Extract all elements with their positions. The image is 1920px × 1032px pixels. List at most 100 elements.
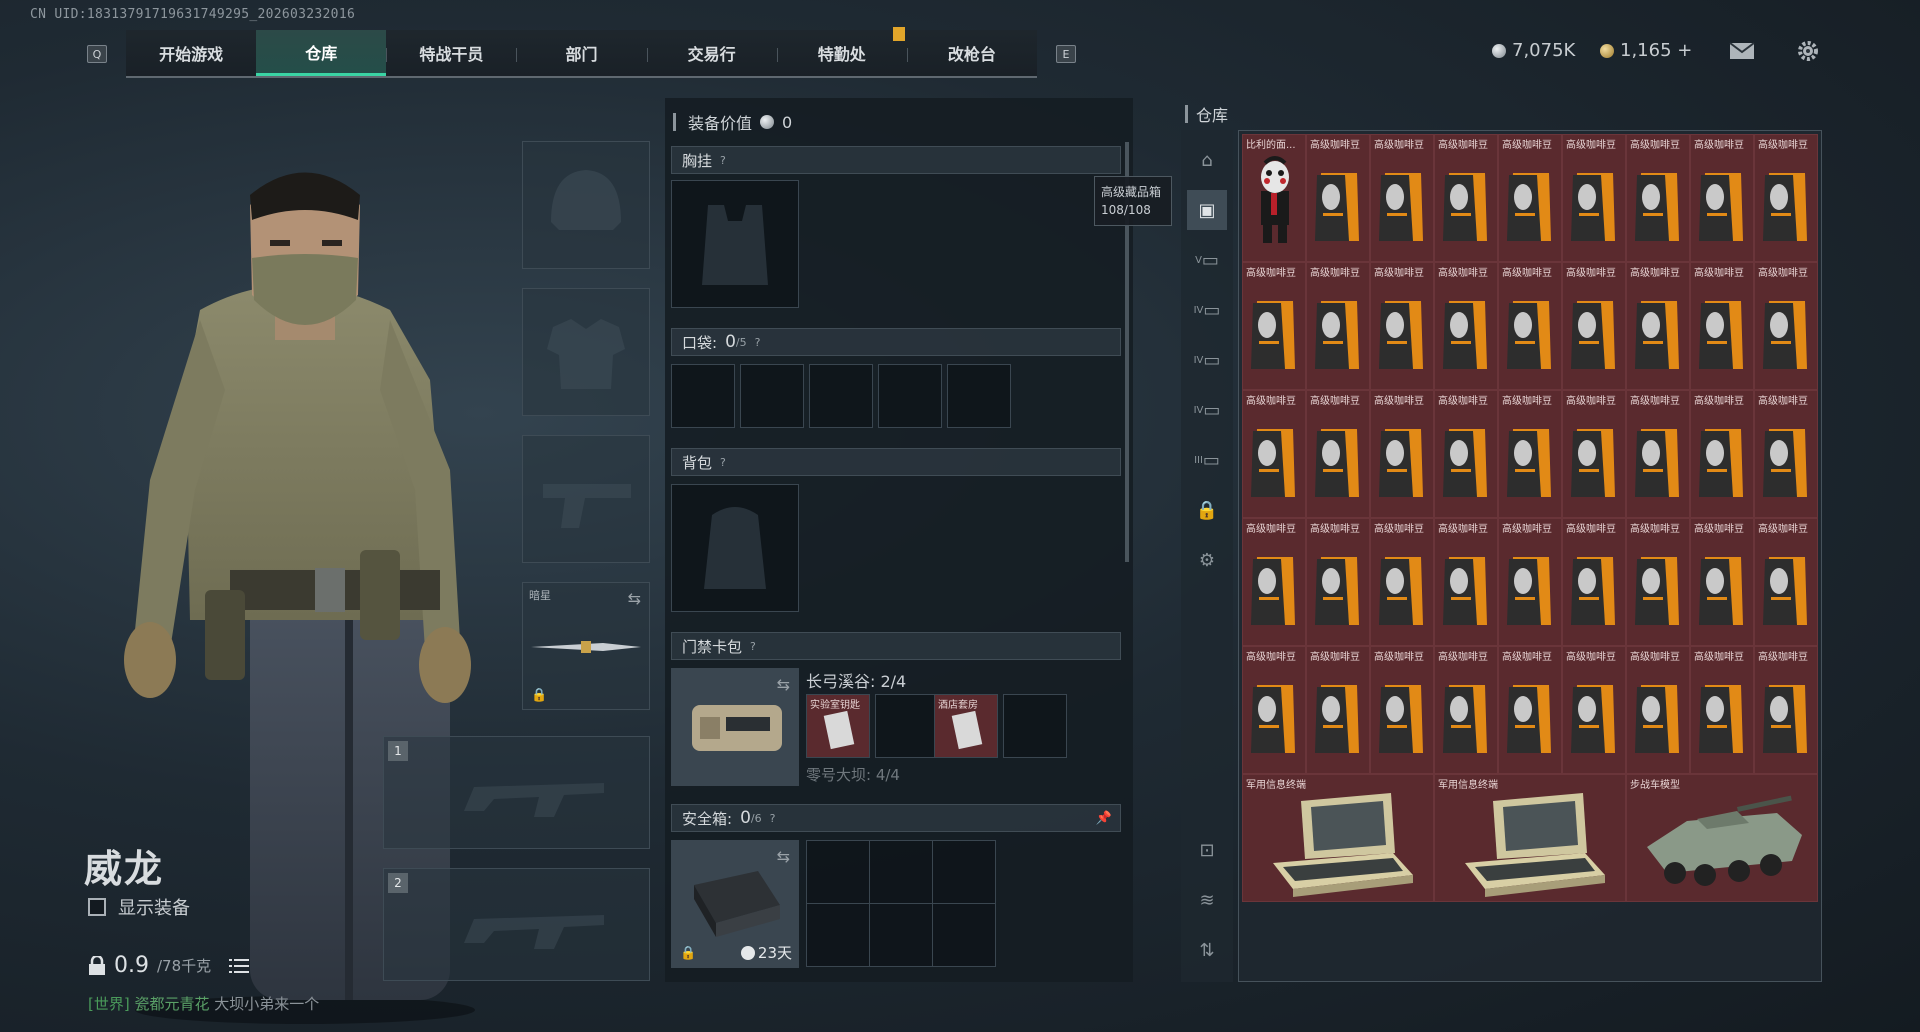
show-equipment-checkbox[interactable] [88, 898, 106, 916]
stash-item-coffee-beans[interactable]: 高级咖啡豆 [1498, 262, 1562, 390]
pocket-cell[interactable] [809, 364, 873, 428]
stash-item-coffee-beans[interactable]: 高级咖啡豆 [1434, 134, 1498, 262]
stash-item-military-terminal[interactable]: 军用信息终端 [1242, 774, 1434, 902]
tab-department[interactable]: 部门 [516, 30, 646, 76]
stash-item-coffee-beans[interactable]: 高级咖啡豆 [1754, 134, 1818, 262]
stash-item-coffee-beans[interactable]: 高级咖啡豆 [1626, 518, 1690, 646]
side-tab-operator-icon[interactable]: ⊡ [1187, 830, 1227, 870]
safe-box-cell[interactable] [932, 903, 996, 967]
help-icon[interactable]: ? [770, 812, 776, 825]
gear-icon[interactable] [1794, 40, 1822, 62]
show-equipment-toggle[interactable]: 显示装备 [88, 894, 190, 920]
side-tab-case-iii[interactable]: III ▭ [1187, 440, 1227, 480]
safe-box-cell[interactable] [869, 903, 933, 967]
stash-item-coffee-beans[interactable]: 高级咖啡豆 [1626, 646, 1690, 774]
stash-item-coffee-beans[interactable]: 高级咖啡豆 [1626, 134, 1690, 262]
stash-item-coffee-beans[interactable]: 高级咖啡豆 [1434, 518, 1498, 646]
stash-item-coffee-beans[interactable]: 高级咖啡豆 [1306, 518, 1370, 646]
tab-operators[interactable]: 特战干员 [386, 30, 516, 76]
stash-item-billy-mask[interactable]: 比利的面... [1242, 134, 1306, 262]
stash-item-coffee-beans[interactable]: 高级咖啡豆 [1242, 518, 1306, 646]
helmet-slot[interactable] [522, 141, 650, 269]
primary-weapon-slot-1[interactable]: 1 [383, 736, 650, 849]
stash-item-coffee-beans[interactable]: 高级咖啡豆 [1754, 390, 1818, 518]
stash-item-coffee-beans[interactable]: 高级咖啡豆 [1242, 262, 1306, 390]
mail-icon[interactable] [1728, 40, 1756, 62]
stash-item-coffee-beans[interactable]: 高级咖啡豆 [1498, 134, 1562, 262]
safe-box-cell[interactable] [806, 903, 870, 967]
keycard-case-slot[interactable]: ⇆ [671, 668, 799, 786]
stash-item-coffee-beans[interactable]: 高级咖啡豆 [1626, 262, 1690, 390]
stash-item-coffee-beans[interactable]: 高级咖啡豆 [1242, 646, 1306, 774]
side-tab-case-iv-2[interactable]: IV ▭ [1187, 340, 1227, 380]
side-tab-case-v[interactable]: V ▭ [1187, 240, 1227, 280]
pin-icon[interactable]: 📌 [1096, 811, 1112, 826]
side-tab-case-iv-1[interactable]: IV ▭ [1187, 290, 1227, 330]
gold-currency[interactable]: 1,165 + [1600, 40, 1692, 61]
stash-item-coffee-beans[interactable]: 高级咖啡豆 [1370, 518, 1434, 646]
pistol-slot[interactable] [522, 435, 650, 563]
chest-rig-slot[interactable] [671, 180, 799, 308]
safe-box-slot[interactable]: ⇆ 🔒 23天 [671, 840, 799, 968]
safe-box-cell[interactable] [932, 840, 996, 904]
help-icon[interactable]: ? [720, 154, 726, 167]
pocket-cell[interactable] [671, 364, 735, 428]
stash-item-coffee-beans[interactable]: 高级咖啡豆 [1754, 518, 1818, 646]
silver-currency[interactable]: 7,075K [1492, 40, 1575, 61]
keycard-item[interactable]: 实验室钥匙 [806, 694, 870, 758]
stash-item-coffee-beans[interactable]: 高级咖啡豆 [1306, 262, 1370, 390]
side-tab-sort-icon[interactable]: ⇅ [1187, 930, 1227, 970]
stash-item-coffee-beans[interactable]: 高级咖啡豆 [1370, 262, 1434, 390]
world-chat-line[interactable]: [世界] 瓷都元青花 大坝小弟来一个 [88, 993, 319, 1014]
tab-gunsmith[interactable]: 改枪台 [906, 30, 1037, 76]
stash-item-coffee-beans[interactable]: 高级咖啡豆 [1306, 390, 1370, 518]
stash-item-ifv-model[interactable]: 步战车模型 [1626, 774, 1818, 902]
stash-item-coffee-beans[interactable]: 高级咖啡豆 [1690, 390, 1754, 518]
tab-trading[interactable]: 交易行 [646, 30, 777, 76]
stash-item-coffee-beans[interactable]: 高级咖啡豆 [1306, 646, 1370, 774]
stash-item-coffee-beans[interactable]: 高级咖啡豆 [1562, 134, 1626, 262]
swap-icon[interactable]: ⇆ [777, 675, 790, 694]
stash-item-coffee-beans[interactable]: 高级咖啡豆 [1754, 262, 1818, 390]
side-tab-layers-icon[interactable]: ≋ [1187, 880, 1227, 920]
stash-item-coffee-beans[interactable]: 高级咖啡豆 [1690, 518, 1754, 646]
stash-item-coffee-beans[interactable]: 高级咖啡豆 [1498, 518, 1562, 646]
stash-item-coffee-beans[interactable]: 高级咖啡豆 [1370, 646, 1434, 774]
help-icon[interactable]: ? [750, 640, 756, 653]
backpack-slot[interactable] [671, 484, 799, 612]
pocket-cell[interactable] [878, 364, 942, 428]
stash-item-coffee-beans[interactable]: 高级咖啡豆 [1498, 390, 1562, 518]
stash-item-coffee-beans[interactable]: 高级咖啡豆 [1562, 390, 1626, 518]
nav-prev-key-hint[interactable]: Q [87, 45, 107, 63]
stash-item-military-terminal[interactable]: 军用信息终端 [1434, 774, 1626, 902]
help-icon[interactable]: ? [755, 336, 761, 349]
stash-item-coffee-beans[interactable]: 高级咖啡豆 [1754, 646, 1818, 774]
body-armor-slot[interactable] [522, 288, 650, 416]
side-tab-collection-box-icon[interactable]: ▣ [1187, 190, 1227, 230]
stash-item-coffee-beans[interactable]: 高级咖啡豆 [1562, 646, 1626, 774]
melee-slot[interactable]: 暗星 ⇆ 🔒 [522, 582, 650, 710]
stash-item-coffee-beans[interactable]: 高级咖啡豆 [1626, 390, 1690, 518]
stash-item-coffee-beans[interactable]: 高级咖啡豆 [1562, 262, 1626, 390]
tab-warehouse[interactable]: 仓库 [256, 30, 387, 76]
keycard-empty-cell[interactable] [875, 694, 939, 758]
stash-item-coffee-beans[interactable]: 高级咖啡豆 [1434, 262, 1498, 390]
stash-item-coffee-beans[interactable]: 高级咖啡豆 [1562, 518, 1626, 646]
side-tab-all-icon[interactable]: ⌂ [1187, 140, 1227, 180]
stash-item-coffee-beans[interactable]: 高级咖啡豆 [1498, 646, 1562, 774]
swap-icon[interactable]: ⇆ [628, 589, 641, 608]
side-tab-locked-icon[interactable]: 🔒 [1187, 490, 1227, 530]
tab-start-game[interactable]: 开始游戏 [126, 30, 256, 76]
tab-special-ops[interactable]: 特勤处 [776, 30, 907, 76]
stash-item-coffee-beans[interactable]: 高级咖啡豆 [1370, 134, 1434, 262]
stash-item-coffee-beans[interactable]: 高级咖啡豆 [1370, 390, 1434, 518]
safe-box-cell[interactable] [869, 840, 933, 904]
stash-item-coffee-beans[interactable]: 高级咖啡豆 [1242, 390, 1306, 518]
list-icon[interactable] [229, 958, 250, 974]
side-tab-case-iv-3[interactable]: IV ▭ [1187, 390, 1227, 430]
nav-next-key-hint[interactable]: E [1056, 45, 1076, 63]
stash-item-coffee-beans[interactable]: 高级咖啡豆 [1434, 390, 1498, 518]
help-icon[interactable]: ? [720, 456, 726, 469]
keycard-empty-cell[interactable] [1003, 694, 1067, 758]
stash-item-coffee-beans[interactable]: 高级咖啡豆 [1690, 262, 1754, 390]
